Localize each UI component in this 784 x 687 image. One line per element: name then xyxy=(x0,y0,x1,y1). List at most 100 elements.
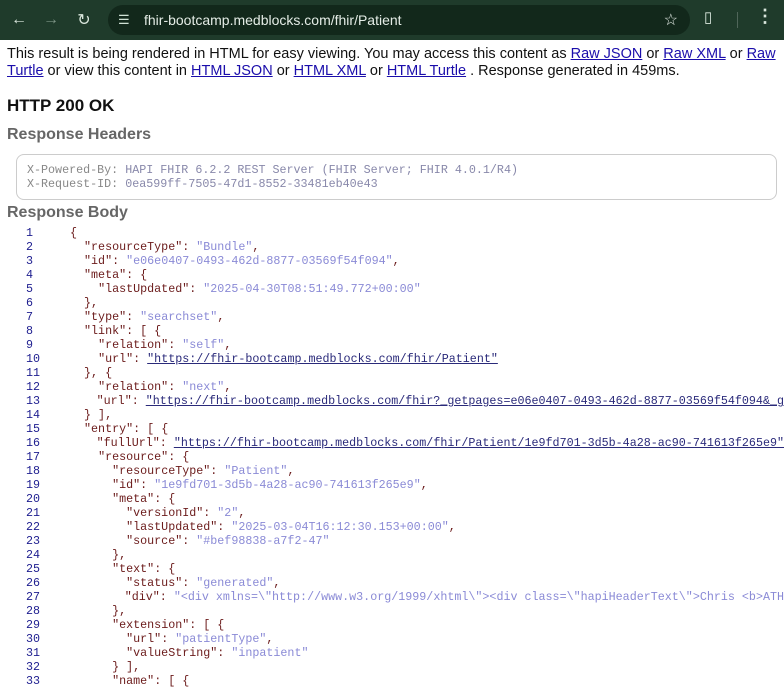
code-text: } ], xyxy=(70,408,112,422)
json-punctuation xyxy=(70,324,84,338)
header-value: 0ea599ff-7505-47d1-8552-33481eb40e43 xyxy=(125,177,378,191)
code-line: 33 "name": [ { xyxy=(0,674,784,687)
json-punctuation xyxy=(70,240,84,254)
json-key: "relation" xyxy=(98,380,169,394)
raw-xml-link[interactable]: Raw XML xyxy=(663,46,725,62)
json-key: "url" xyxy=(96,394,132,408)
json-punctuation xyxy=(70,632,126,646)
json-punctuation: : xyxy=(217,646,232,660)
json-key: "link" xyxy=(84,324,127,338)
json-url-link[interactable]: "https://fhir-bootcamp.medblocks.com/fhi… xyxy=(174,436,784,450)
url-text[interactable]: fhir-bootcamp.medblocks.com/fhir/Patient xyxy=(144,12,402,28)
json-string: "Bundle" xyxy=(196,240,253,254)
line-number: 29 xyxy=(26,618,41,632)
code-text: { xyxy=(70,226,77,240)
http-status: HTTP 200 OK xyxy=(7,96,115,115)
json-punctuation: : xyxy=(182,240,197,254)
code-text: "text": { xyxy=(70,562,175,576)
code-line: 25 "text": { xyxy=(0,562,784,576)
code-text: "url": "patientType", xyxy=(70,632,273,646)
json-key: "text" xyxy=(112,562,155,576)
code-line: 5 "lastUpdated": "2025-04-30T08:51:49.77… xyxy=(0,282,784,296)
json-string: "inpatient" xyxy=(231,646,309,660)
json-string: "<div xmlns=\"http://www.w3.org/1999/xht… xyxy=(173,590,784,604)
code-line: 13 "url": "https://fhir-bootcamp.medbloc… xyxy=(0,394,784,408)
intro-text: This result is being rendered in HTML fo… xyxy=(0,40,784,80)
html-xml-link[interactable]: HTML XML xyxy=(294,63,366,79)
line-number: 24 xyxy=(26,548,41,562)
line-number: 6 xyxy=(26,296,34,310)
json-string: "#bef98838-a7f2-47" xyxy=(196,534,330,548)
json-punctuation xyxy=(70,450,98,464)
json-url-link[interactable]: "https://fhir-bootcamp.medblocks.com/fhi… xyxy=(147,352,498,366)
response-body-code: 1{2 "resourceType": "Bundle", 3 "id": "e0… xyxy=(0,226,784,687)
code-text: "entry": [ { xyxy=(70,422,168,436)
json-punctuation: , xyxy=(420,478,428,492)
code-text: "resourceType": "Patient", xyxy=(70,464,294,478)
json-punctuation: } ], xyxy=(70,408,113,422)
code-text: "versionId": "2", xyxy=(70,506,245,520)
json-url-link[interactable]: "https://fhir-bootcamp.medblocks.com/fhi… xyxy=(146,394,784,408)
line-number: 23 xyxy=(26,534,41,548)
json-key: "url" xyxy=(126,632,162,646)
json-punctuation: , xyxy=(266,632,274,646)
line-number: 16 xyxy=(26,436,41,450)
code-text: "id": "e06e0407-0493-462d-8877-03569f54f… xyxy=(70,254,400,268)
code-text: } ], xyxy=(70,660,140,674)
json-punctuation: : xyxy=(182,534,197,548)
json-punctuation: , xyxy=(287,464,295,478)
line-number: 25 xyxy=(26,562,41,576)
code-text: "meta": { xyxy=(70,492,175,506)
json-key: "meta" xyxy=(84,268,127,282)
code-line: 21 "versionId": "2", xyxy=(0,506,784,520)
html-json-link[interactable]: HTML JSON xyxy=(191,63,273,79)
code-line: 29 "extension": [ { xyxy=(0,618,784,632)
json-punctuation: , xyxy=(224,338,232,352)
code-line: 7 "type": "searchset", xyxy=(0,310,784,324)
json-punctuation xyxy=(70,506,126,520)
code-text: "url": "https://fhir-bootcamp.medblocks.… xyxy=(69,394,784,408)
extensions-icon[interactable]: ▯ xyxy=(704,8,712,26)
code-text: "lastUpdated": "2025-04-30T08:51:49.772+… xyxy=(70,282,421,296)
line-number: 28 xyxy=(26,604,41,618)
code-line: 1{ xyxy=(0,226,784,240)
json-punctuation: : xyxy=(182,576,197,590)
code-text: "relation": "self", xyxy=(70,338,231,352)
address-bar[interactable]: ☰ fhir-bootcamp.medblocks.com/fhir/Patie… xyxy=(108,5,690,35)
json-punctuation: } ], xyxy=(70,660,141,674)
json-punctuation: , xyxy=(238,506,246,520)
json-punctuation: : xyxy=(131,394,146,408)
json-punctuation: : xyxy=(168,338,183,352)
json-string: "Patient" xyxy=(224,464,288,478)
site-settings-icon[interactable]: ☰ xyxy=(118,12,136,28)
menu-icon[interactable]: ⋮ xyxy=(756,6,774,27)
json-key: "fullUrl" xyxy=(96,436,160,450)
json-punctuation xyxy=(70,534,126,548)
star-icon[interactable]: ☆ xyxy=(664,10,678,30)
reload-icon[interactable]: ↻ xyxy=(71,7,97,33)
raw-json-link[interactable]: Raw JSON xyxy=(571,46,643,62)
json-punctuation xyxy=(69,394,97,408)
json-punctuation xyxy=(70,254,84,268)
browser-toolbar: ← → ↻ ☰ fhir-bootcamp.medblocks.com/fhir… xyxy=(0,0,784,40)
json-punctuation: : xyxy=(210,464,225,478)
code-text: "div": "<div xmlns=\"http://www.w3.org/1… xyxy=(69,590,784,604)
forward-icon[interactable]: → xyxy=(38,7,64,33)
html-turtle-link[interactable]: HTML Turtle xyxy=(387,63,466,79)
code-line: 3 "id": "e06e0407-0493-462d-8877-03569f5… xyxy=(0,254,784,268)
line-number: 18 xyxy=(26,464,41,478)
code-line: 23 "source": "#bef98838-a7f2-47" xyxy=(0,534,784,548)
line-number: 7 xyxy=(26,310,34,324)
line-number: 31 xyxy=(26,646,41,660)
json-key: "type" xyxy=(84,310,127,324)
line-number: 21 xyxy=(26,506,41,520)
intro-part: or xyxy=(365,63,387,79)
json-key: "meta" xyxy=(112,492,155,506)
json-key: "status" xyxy=(126,576,183,590)
code-text: }, { xyxy=(70,366,112,380)
code-text: "lastUpdated": "2025-03-04T16:12:30.153+… xyxy=(70,520,456,534)
code-line: 26 "status": "generated", xyxy=(0,576,784,590)
json-string: "next" xyxy=(182,380,225,394)
back-icon[interactable]: ← xyxy=(6,7,32,33)
line-number: 27 xyxy=(26,590,41,604)
